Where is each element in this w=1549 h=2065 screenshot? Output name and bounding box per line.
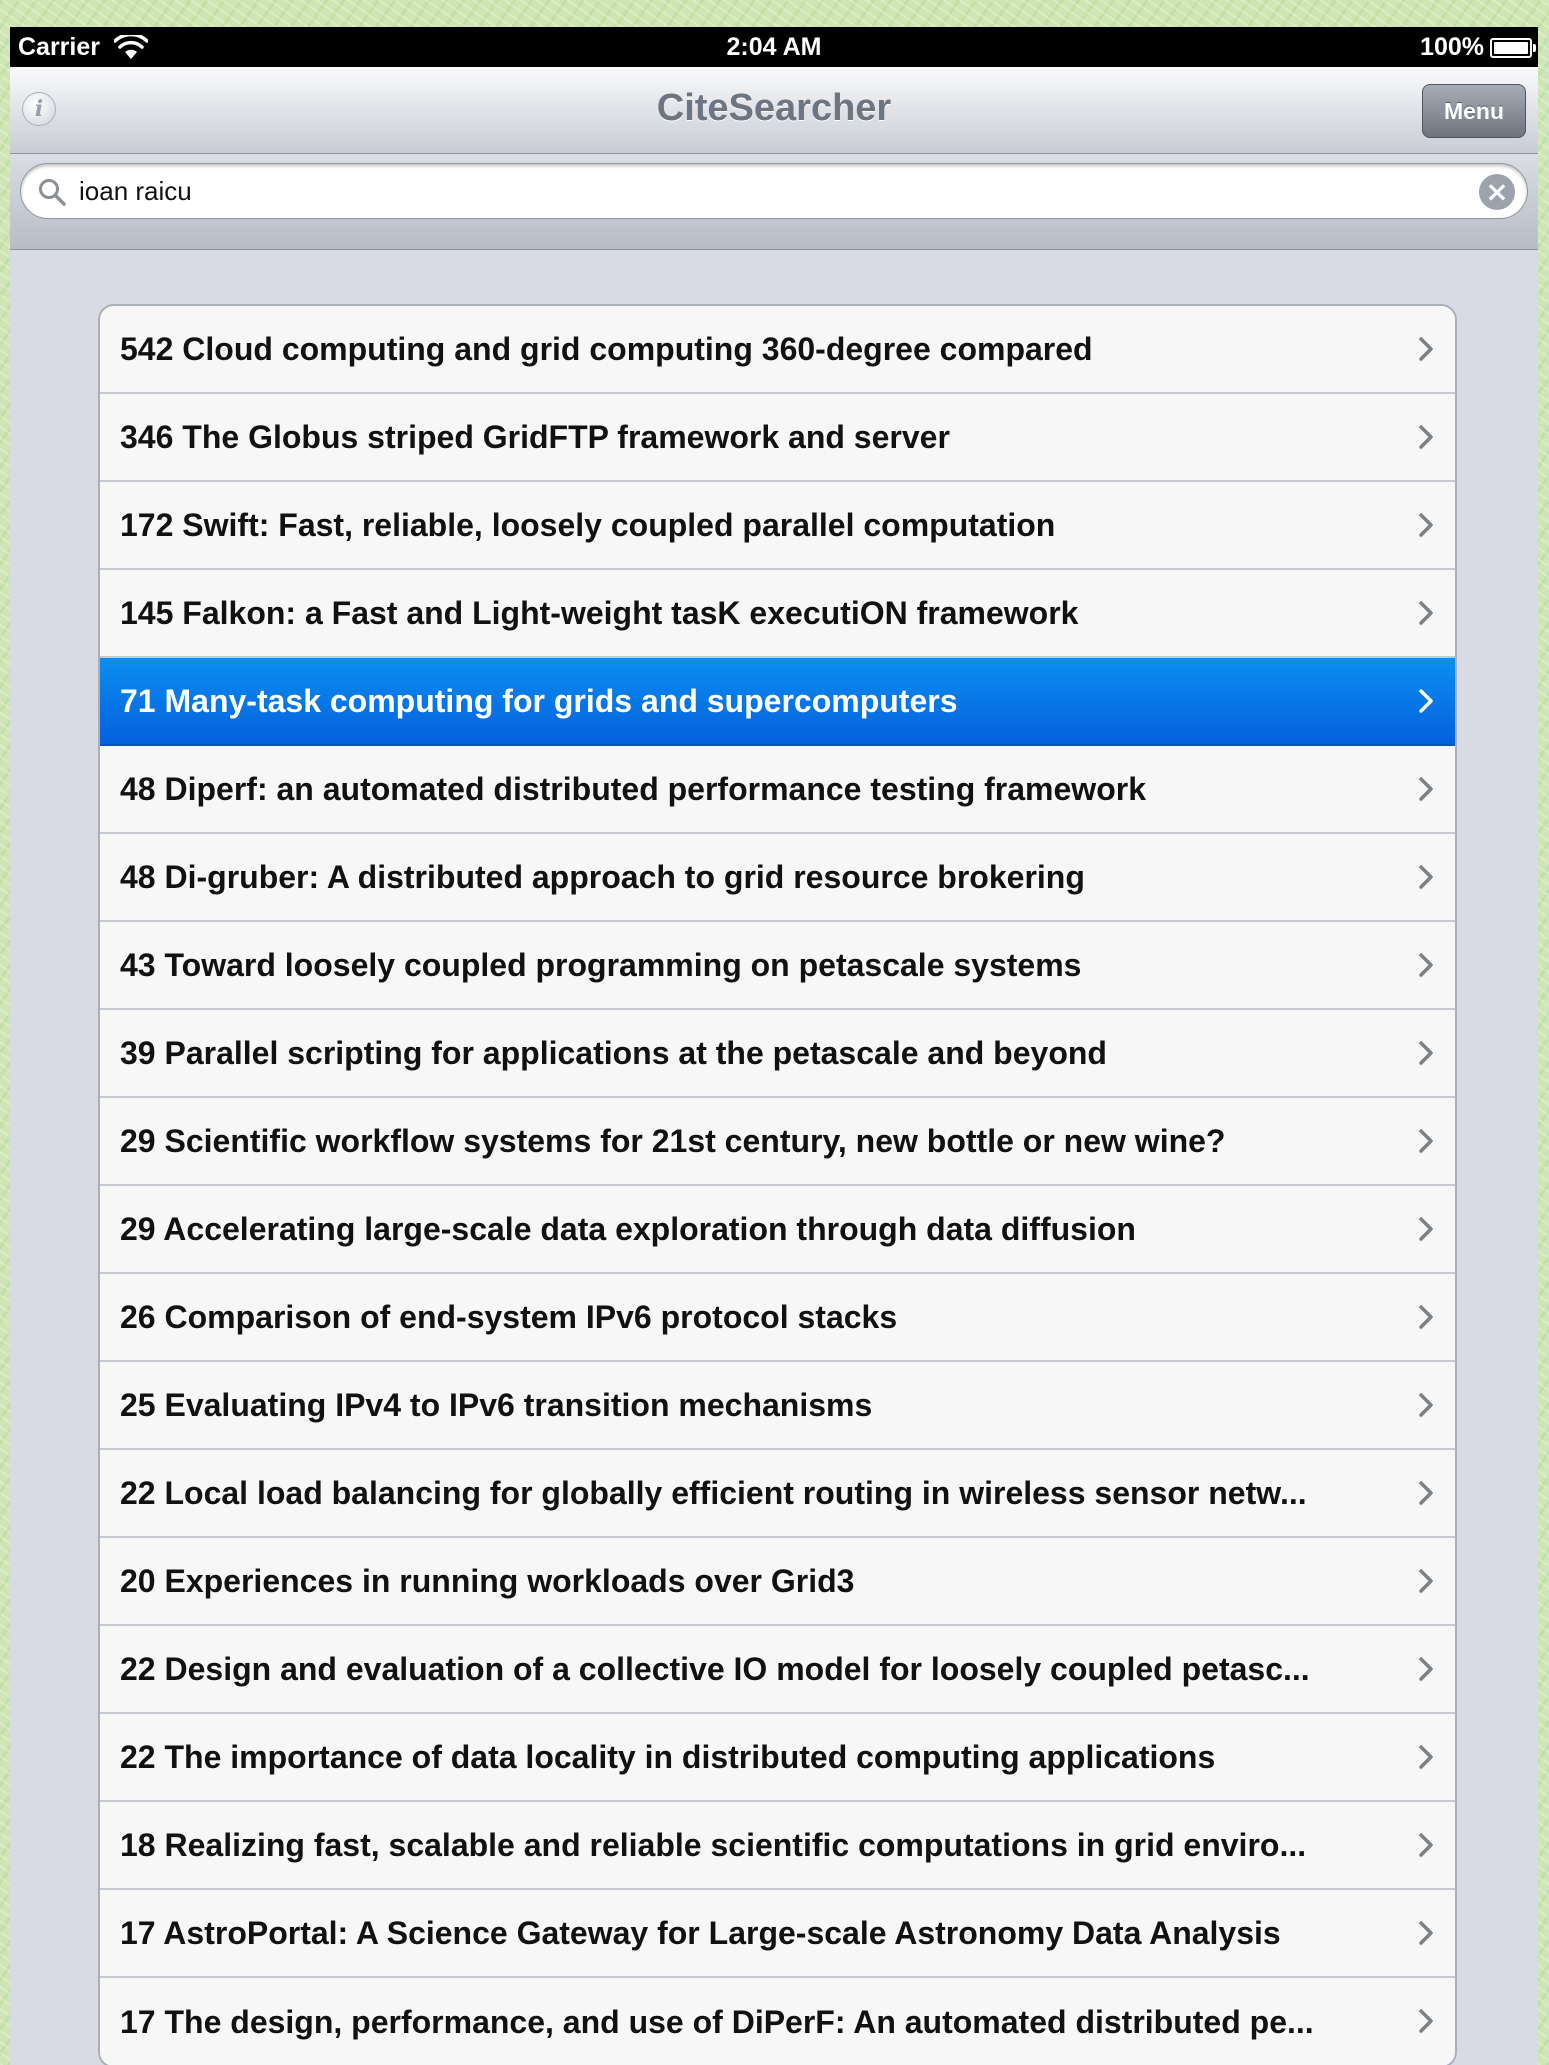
table-row[interactable]: 29 Scientific workflow systems for 21st … (100, 1098, 1455, 1186)
chevron-right-icon (1419, 953, 1433, 977)
table-row[interactable]: 22 The importance of data locality in di… (100, 1714, 1455, 1802)
table-row[interactable]: 26 Comparison of end-system IPv6 protoco… (100, 1274, 1455, 1362)
table-row[interactable]: 22 Design and evaluation of a collective… (100, 1626, 1455, 1714)
device-screen: Carrier 2:04 AM 100% i CiteSearcher Menu (10, 27, 1538, 2065)
row-title: 145 Falkon: a Fast and Light-weight tasK… (120, 594, 1079, 631)
row-title: 71 Many-task computing for grids and sup… (120, 682, 958, 719)
table-row[interactable]: 39 Parallel scripting for applications a… (100, 1010, 1455, 1098)
status-battery: 100% (1420, 33, 1536, 62)
menu-button[interactable]: Menu (1422, 84, 1526, 138)
row-title: 22 Local load balancing for globally eff… (120, 1474, 1307, 1511)
chevron-right-icon (1419, 777, 1433, 801)
row-title: 17 The design, performance, and use of D… (120, 2003, 1314, 2040)
row-title: 26 Comparison of end-system IPv6 protoco… (120, 1298, 898, 1335)
table-row[interactable]: 43 Toward loosely coupled programming on… (100, 922, 1455, 1010)
row-title: 43 Toward loosely coupled programming on… (120, 946, 1082, 983)
row-title: 39 Parallel scripting for applications a… (120, 1034, 1107, 1071)
page-title: CiteSearcher (656, 87, 892, 129)
row-title: 18 Realizing fast, scalable and reliable… (120, 1826, 1307, 1863)
chevron-right-icon (1419, 1745, 1433, 1769)
chevron-right-icon (1419, 1833, 1433, 1857)
table-row[interactable]: 29 Accelerating large-scale data explora… (100, 1186, 1455, 1274)
chevron-right-icon (1419, 1921, 1433, 1945)
table-row[interactable]: 20 Experiences in running workloads over… (100, 1538, 1455, 1626)
chevron-right-icon (1419, 1569, 1433, 1593)
row-title: 29 Scientific workflow systems for 21st … (120, 1122, 1226, 1159)
chevron-right-icon (1419, 1217, 1433, 1241)
chevron-right-icon (1419, 337, 1433, 361)
table-row[interactable]: 542 Cloud computing and grid computing 3… (100, 306, 1455, 394)
row-title: 22 The importance of data locality in di… (120, 1738, 1216, 1775)
battery-icon (1490, 37, 1536, 58)
chevron-right-icon (1419, 1129, 1433, 1153)
chevron-right-icon (1419, 601, 1433, 625)
chevron-right-icon (1419, 1657, 1433, 1681)
table-row[interactable]: 48 Diperf: an automated distributed perf… (100, 746, 1455, 834)
status-bar: Carrier 2:04 AM 100% (10, 27, 1538, 67)
row-title: 25 Evaluating IPv4 to IPv6 transition me… (120, 1386, 873, 1423)
table-row[interactable]: 22 Local load balancing for globally eff… (100, 1450, 1455, 1538)
table-row[interactable]: 172 Swift: Fast, reliable, loosely coupl… (100, 482, 1455, 570)
battery-percent: 100% (1420, 33, 1484, 61)
row-title: 346 The Globus striped GridFTP framework… (120, 418, 950, 455)
chevron-right-icon (1419, 1481, 1433, 1505)
chevron-right-icon (1419, 689, 1433, 713)
table-row[interactable]: 145 Falkon: a Fast and Light-weight tasK… (100, 570, 1455, 658)
table-row[interactable]: 17 AstroPortal: A Science Gateway for La… (100, 1890, 1455, 1978)
chevron-right-icon (1419, 1305, 1433, 1329)
row-title: 17 AstroPortal: A Science Gateway for La… (120, 1914, 1281, 1951)
status-time: 2:04 AM (726, 33, 822, 61)
row-title: 20 Experiences in running workloads over… (120, 1562, 855, 1599)
chevron-right-icon (1419, 1041, 1433, 1065)
row-title: 172 Swift: Fast, reliable, loosely coupl… (120, 506, 1056, 543)
row-title: 542 Cloud computing and grid computing 3… (120, 330, 1093, 367)
search-bar: × (10, 154, 1538, 250)
table-row[interactable]: 18 Realizing fast, scalable and reliable… (100, 1802, 1455, 1890)
results-table: 542 Cloud computing and grid computing 3… (98, 304, 1457, 2065)
row-title: 22 Design and evaluation of a collective… (120, 1650, 1310, 1687)
table-row[interactable]: 17 The design, performance, and use of D… (100, 1978, 1455, 2065)
row-title: 48 Di-gruber: A distributed approach to … (120, 858, 1085, 895)
table-row[interactable]: 346 The Globus striped GridFTP framework… (100, 394, 1455, 482)
search-field[interactable]: × (20, 163, 1528, 219)
table-row[interactable]: 25 Evaluating IPv4 to IPv6 transition me… (100, 1362, 1455, 1450)
search-input[interactable] (79, 173, 1459, 209)
chevron-right-icon (1419, 425, 1433, 449)
search-icon (39, 179, 66, 206)
row-title: 48 Diperf: an automated distributed perf… (120, 770, 1146, 807)
row-title: 29 Accelerating large-scale data explora… (120, 1210, 1136, 1247)
table-row[interactable]: 48 Di-gruber: A distributed approach to … (100, 834, 1455, 922)
chevron-right-icon (1419, 513, 1433, 537)
navigation-bar: i CiteSearcher Menu (10, 67, 1538, 154)
chevron-right-icon (1419, 1393, 1433, 1417)
clear-search-icon[interactable]: × (1479, 174, 1515, 210)
battery-fill (1494, 41, 1528, 54)
chevron-right-icon (1419, 2009, 1433, 2033)
table-row[interactable]: 71 Many-task computing for grids and sup… (100, 658, 1455, 746)
chevron-right-icon (1419, 865, 1433, 889)
